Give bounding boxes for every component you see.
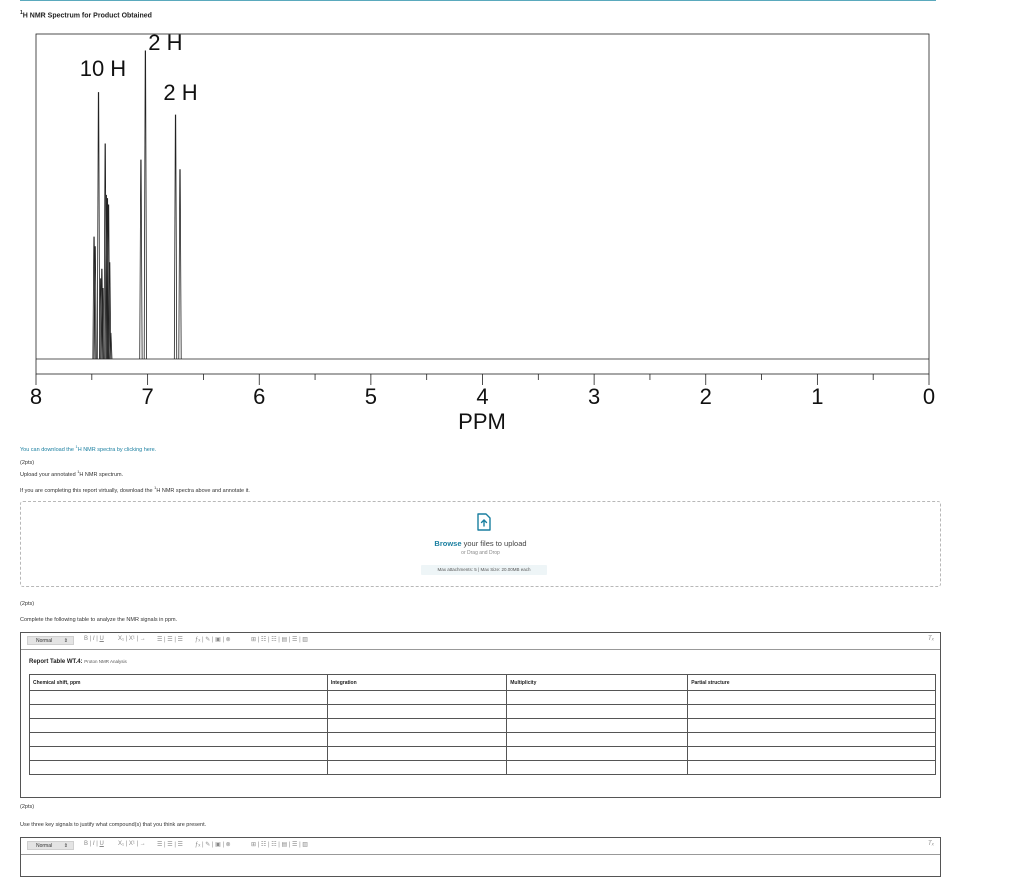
format-select[interactable]: Normal ⇕	[27, 636, 74, 645]
table-cell[interactable]	[687, 746, 936, 761]
table-cell[interactable]	[326, 690, 508, 705]
table-cell[interactable]	[687, 690, 936, 705]
x-tick-label: 3	[588, 384, 600, 409]
table-cell[interactable]	[326, 732, 508, 747]
subscript-superscript-buttons[interactable]: X₁ | X¹ | →	[118, 636, 146, 642]
table-row	[29, 732, 936, 747]
x-tick-label: 7	[142, 384, 154, 409]
table-cell[interactable]	[29, 732, 328, 747]
col-integration: Integration	[326, 674, 508, 691]
q1-points: (2pts)	[20, 460, 35, 466]
bold-italic-underline-buttons-2[interactable]: B | I | U	[84, 841, 104, 847]
justification-editor[interactable]: Normal ⇕ B | I | U X₁ | X¹ | → ☰ | ☰ | ☰ …	[20, 837, 941, 877]
clear-format-icon[interactable]: Tₓ	[928, 636, 934, 642]
col-chemical-shift: Chemical shift, ppm	[29, 674, 328, 691]
spectrum-peak	[143, 50, 147, 360]
q2-prompt: Complete the following table to analyze …	[20, 617, 178, 623]
col-partial-structure: Partial structure	[687, 674, 936, 691]
editor-toolbar-2: Normal ⇕ B | I | U X₁ | X¹ | → ☰ | ☰ | ☰ …	[21, 838, 940, 855]
table-header-row: Chemical shift, ppm Integration Multipli…	[29, 674, 936, 691]
x-tick-label: 2	[700, 384, 712, 409]
q1-note: If you are completing this report virtua…	[20, 485, 250, 494]
table-cell[interactable]	[29, 690, 328, 705]
spectrum-title: 1H NMR Spectrum for Product Obtained	[20, 10, 152, 20]
integration-annotations: 10 H 2 H 2 H	[80, 30, 198, 105]
x-axis-title: PPM	[458, 409, 506, 434]
table-editor[interactable]: Normal ⇕ B | I | U X₁ | X¹ | → ☰ | ☰ | ☰ …	[20, 632, 941, 798]
drag-drop-hint: or Drag and Drop	[461, 550, 500, 556]
clear-format-icon-2[interactable]: Tₓ	[928, 841, 934, 847]
report-table-title: Report Table WT.4: Proton NMR Analysis	[29, 659, 127, 665]
x-axis-labels: 8 7 6 5 4 3 2 1 0	[30, 384, 935, 409]
q2-points: (2pts)	[20, 601, 35, 607]
x-tick-label: 0	[923, 384, 935, 409]
subscript-superscript-buttons-2[interactable]: X₁ | X¹ | →	[118, 841, 146, 847]
table-row	[29, 718, 936, 733]
table-row	[29, 690, 936, 705]
align-buttons-2[interactable]: ☰ | ☰ | ☰	[157, 841, 183, 848]
table-cell[interactable]	[506, 704, 689, 719]
table-cell[interactable]	[506, 732, 689, 747]
formula-link-image-buttons[interactable]: ƒₓ | ✎ | ▣ | ⊗	[195, 636, 231, 643]
upload-instructions: Browse your files to upload	[434, 539, 527, 548]
table-cell[interactable]	[326, 718, 508, 733]
upload-dropzone[interactable]: Browse your files to upload or Drag and …	[20, 501, 941, 587]
table-row	[29, 704, 936, 719]
table-cell[interactable]	[687, 704, 936, 719]
table-cell[interactable]	[29, 760, 328, 775]
nmr-spectrum-chart: 8 7 6 5 4 3 2 1 0 10 H 2 H 2 H PPM	[30, 30, 935, 434]
table-cell[interactable]	[326, 746, 508, 761]
table-cell[interactable]	[326, 760, 508, 775]
q1-prompt: Upload your annotated 1H NMR spectrum.	[20, 469, 124, 478]
x-tick-label: 5	[365, 384, 377, 409]
integration-label: 2 H	[163, 80, 197, 105]
table-list-buttons-2[interactable]: ⊞ | ☷ | ☷ | ▤ | ☰ | ▥	[251, 841, 308, 848]
table-row	[29, 760, 936, 775]
format-select-2[interactable]: Normal ⇕	[27, 841, 74, 850]
x-tick-label: 4	[476, 384, 488, 409]
spectrum-peak	[96, 92, 101, 360]
table-cell[interactable]	[506, 690, 689, 705]
align-buttons[interactable]: ☰ | ☰ | ☰	[157, 636, 183, 643]
table-cell[interactable]	[687, 760, 936, 775]
upload-limits: Max attachments: 5 | Max Size: 20.00MB e…	[421, 565, 547, 575]
spectrum-peak	[178, 169, 182, 360]
table-cell[interactable]	[687, 718, 936, 733]
x-tick-label: 6	[253, 384, 265, 409]
table-cell[interactable]	[326, 704, 508, 719]
integration-label: 10 H	[80, 56, 126, 81]
table-row	[29, 746, 936, 761]
spectrum-peak	[139, 159, 143, 360]
x-tick-label: 1	[811, 384, 823, 409]
q3-points: (2pts)	[20, 804, 35, 810]
editor-toolbar: Normal ⇕ B | I | U X₁ | X¹ | → ☰ | ☰ | ☰ …	[21, 633, 940, 650]
col-multiplicity: Multiplicity	[506, 674, 689, 691]
report-table: Chemical shift, ppm Integration Multipli…	[29, 674, 936, 775]
upload-file-icon[interactable]	[476, 513, 492, 531]
formula-link-image-buttons-2[interactable]: ƒₓ | ✎ | ▣ | ⊗	[195, 841, 231, 848]
bold-italic-underline-buttons[interactable]: B | I | U	[84, 636, 104, 642]
table-cell[interactable]	[687, 732, 936, 747]
table-cell[interactable]	[29, 704, 328, 719]
download-link-text[interactable]: You can download the 1H NMR spectra by c…	[20, 444, 156, 453]
table-cell[interactable]	[506, 718, 689, 733]
q3-prompt: Use three key signals to justify what co…	[20, 822, 207, 828]
table-cell[interactable]	[506, 760, 689, 775]
table-cell[interactable]	[29, 746, 328, 761]
table-cell[interactable]	[29, 718, 328, 733]
integration-label: 2 H	[148, 30, 182, 55]
table-cell[interactable]	[506, 746, 689, 761]
x-tick-label: 8	[30, 384, 42, 409]
table-list-buttons[interactable]: ⊞ | ☷ | ☷ | ▤ | ☰ | ▥	[251, 636, 308, 643]
spectrum-peak	[173, 114, 178, 360]
browse-link[interactable]: Browse	[434, 539, 461, 548]
top-divider	[20, 0, 936, 1]
